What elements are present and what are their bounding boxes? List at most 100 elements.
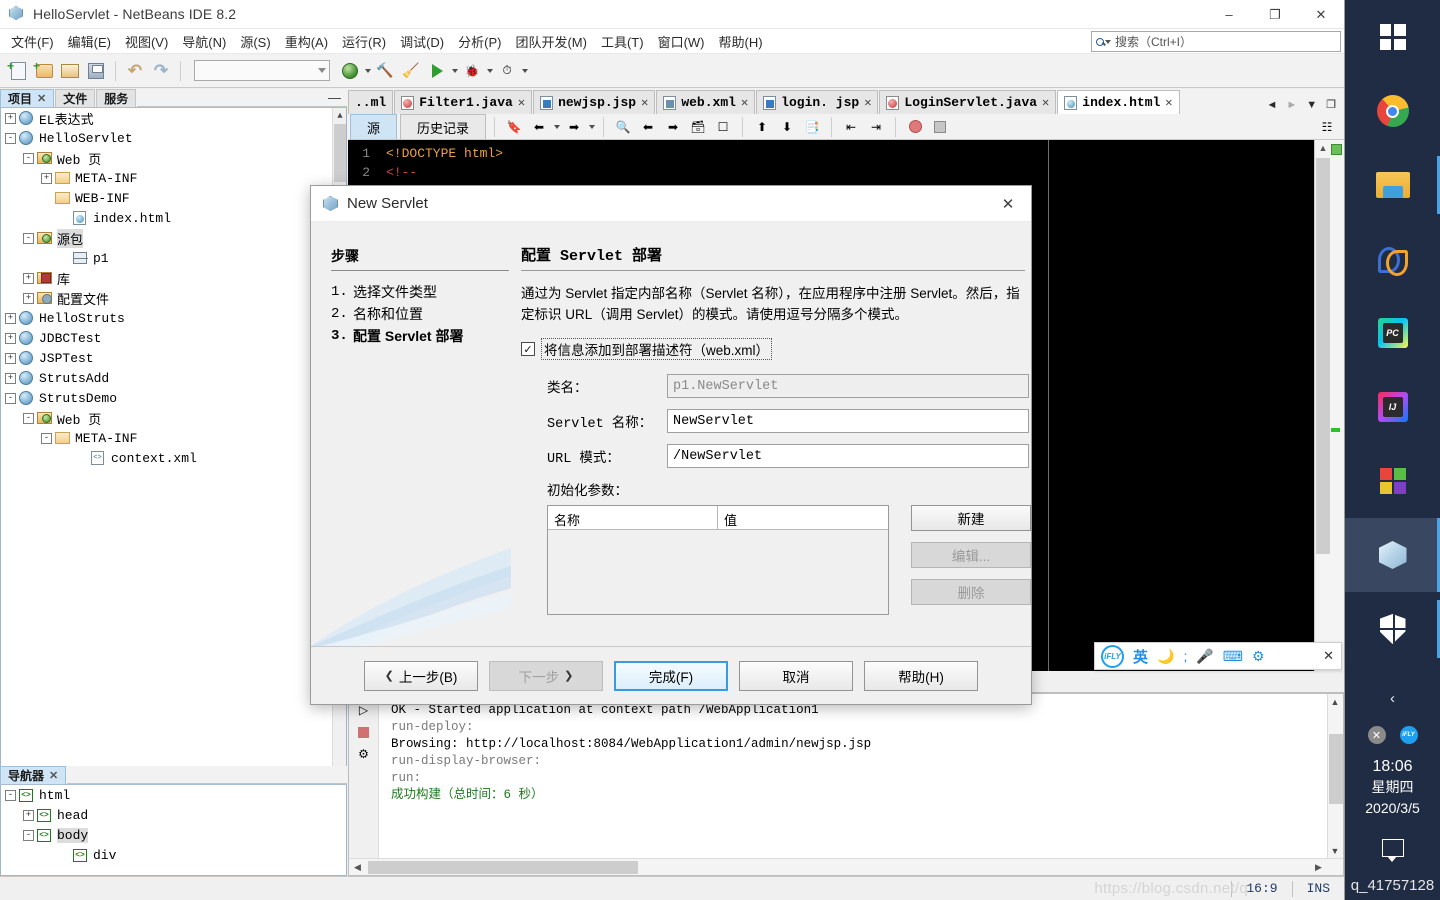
menu-source[interactable]: 源(S) (233, 29, 277, 54)
tree-node[interactable]: p1 (1, 248, 346, 268)
collapse-icon[interactable]: - (23, 152, 34, 164)
notification-center-button[interactable] (1345, 819, 1440, 877)
editor-tab[interactable]: login. jsp ✕ (756, 90, 879, 114)
shift-left-icon[interactable]: ⇤ (840, 117, 862, 137)
taskbar-defender[interactable] (1345, 592, 1440, 666)
scroll-right-icon[interactable]: ▶ (1310, 859, 1327, 875)
browser-icon[interactable] (338, 59, 362, 83)
close-icon[interactable]: ✕ (1165, 95, 1172, 110)
menu-edit[interactable]: 编辑(E) (61, 29, 118, 54)
clean-build-icon[interactable]: 🧹 (399, 59, 423, 83)
microphone-icon[interactable]: 🎤 (1196, 648, 1213, 665)
run-icon[interactable] (425, 59, 449, 83)
stop-icon[interactable] (929, 117, 951, 137)
table-body[interactable] (548, 530, 888, 614)
menu-tools[interactable]: 工具(T) (594, 29, 651, 54)
navigator-node[interactable]: - <> html (1, 785, 346, 805)
stop-icon[interactable] (353, 722, 375, 742)
collapse-icon[interactable]: - (23, 829, 34, 841)
menu-navigate[interactable]: 导航(N) (175, 29, 233, 54)
previous-bookmark-icon[interactable]: ⬅ (528, 117, 550, 137)
tree-node[interactable]: - StrutsDemo (1, 388, 346, 408)
tree-node[interactable]: - Web 页 (1, 148, 346, 168)
tree-node[interactable]: + JSPTest (1, 348, 346, 368)
add-to-web-xml-checkbox[interactable]: ✓ (521, 342, 535, 356)
scroll-down-icon[interactable]: ▼ (1328, 843, 1342, 858)
expand-icon[interactable]: + (5, 372, 16, 384)
output-scrollbar-vertical[interactable]: ▲ ▼ (1327, 694, 1343, 875)
ifly-icon[interactable]: iFLY (1399, 726, 1418, 744)
previous-error-icon[interactable]: ⬆ (751, 117, 773, 137)
close-icon[interactable]: ✕ (1323, 648, 1334, 664)
taskbar-chrome[interactable] (1345, 74, 1440, 148)
toggle-highlight-icon[interactable]: 🗃 (687, 117, 709, 137)
tree-node[interactable]: + 配置文件 (1, 288, 346, 308)
tab-files[interactable]: 文件 (55, 89, 96, 107)
scrollbar-thumb[interactable] (1316, 158, 1330, 554)
chevron-down-icon[interactable] (365, 68, 371, 73)
shift-right-icon[interactable]: ⇥ (865, 117, 887, 137)
menu-run[interactable]: 运行(R) (335, 29, 393, 54)
taskbar-intellij[interactable]: IJ (1345, 370, 1440, 444)
redo-icon[interactable]: ↷ (149, 59, 173, 83)
tree-node[interactable]: WEB-INF (1, 188, 346, 208)
editor-tab[interactable]: newjsp.jsp ✕ (533, 90, 656, 114)
menu-team[interactable]: 团队开发(M) (508, 29, 594, 54)
save-all-icon[interactable] (84, 59, 108, 83)
taskbar-navicat[interactable] (1345, 222, 1440, 296)
tree-node[interactable]: - HelloServlet (1, 128, 346, 148)
new-param-button[interactable]: 新建 (911, 505, 1031, 531)
editor-tab[interactable]: ..ml (348, 90, 394, 114)
build-icon[interactable]: 🔨 (373, 59, 397, 83)
minimize-panel-icon[interactable]: — (328, 90, 341, 105)
menu-refactor[interactable]: 重构(A) (278, 29, 335, 54)
chevron-down-icon[interactable] (522, 68, 528, 73)
projects-tree[interactable]: ▲ + EL表达式 - HelloServlet - Web 页 + META-INF WEB-… (0, 108, 347, 876)
tab-projects[interactable]: 项目 ✕ (0, 89, 55, 107)
chevron-down-icon[interactable] (487, 68, 493, 73)
toggle-breakpoint-icon[interactable] (904, 117, 926, 137)
settings-gear-icon[interactable]: ⚙ (1252, 648, 1265, 665)
expand-icon[interactable]: + (5, 112, 16, 124)
tree-node[interactable]: + 库 (1, 268, 346, 288)
scroll-up-icon[interactable]: ▲ (1328, 694, 1342, 709)
scrollbar-thumb[interactable] (1329, 734, 1343, 804)
tab-source[interactable]: 源 (350, 114, 398, 139)
add-to-web-xml-checkbox-row[interactable]: ✓ 将信息添加到部署描述符（web.xml） (521, 338, 1031, 360)
toggle-rectangular-selection-icon[interactable]: ☐ (712, 117, 734, 137)
configuration-combo[interactable] (194, 60, 330, 81)
tree-node[interactable]: + EL表达式 (1, 108, 346, 128)
back-button[interactable]: ❮ 上一步(B) (364, 660, 478, 691)
init-params-table[interactable]: 名称 值 (547, 505, 889, 615)
maximize-button[interactable]: ❐ (1252, 0, 1298, 29)
tab-services[interactable]: 服务 (96, 89, 137, 107)
dialog-close-button[interactable]: ✕ (985, 186, 1031, 222)
tree-node[interactable]: + META-INF (1, 168, 346, 188)
expand-icon[interactable]: + (23, 292, 34, 304)
close-icon[interactable]: ✕ (864, 95, 871, 110)
close-icon[interactable]: ✕ (49, 769, 58, 782)
collapse-icon[interactable]: - (41, 432, 52, 444)
menu-profile[interactable]: 分析(P) (451, 29, 508, 54)
scrollbar-thumb[interactable] (368, 860, 638, 874)
menu-window[interactable]: 窗口(W) (651, 29, 712, 54)
new-file-icon[interactable]: + (6, 59, 30, 83)
expand-icon[interactable]: + (41, 172, 52, 184)
menu-view[interactable]: 视图(V) (118, 29, 175, 54)
taskbar-clock[interactable]: 18:06 星期四 2020/3/5 (1345, 752, 1440, 819)
start-button[interactable] (1345, 0, 1440, 74)
new-project-icon[interactable]: + (32, 59, 56, 83)
ifly-logo-icon[interactable]: iFLY (1101, 644, 1124, 668)
scroll-up-icon[interactable]: ▲ (333, 108, 346, 123)
tree-node[interactable]: - Web 页 (1, 408, 346, 428)
cancel-button[interactable]: 取消 (739, 660, 853, 691)
tab-history[interactable]: 历史记录 (400, 114, 487, 139)
scroll-up-icon[interactable]: ▲ (1315, 140, 1331, 155)
menu-file[interactable]: 文件(F) (4, 29, 61, 54)
ime-language-mode[interactable]: 英 (1133, 646, 1148, 667)
search-input[interactable]: 搜索（Ctrl+I） (1091, 31, 1341, 52)
show-hidden-icons-button[interactable]: ‹ (1345, 678, 1440, 718)
punctuation-icon[interactable]: ; (1183, 648, 1187, 664)
close-circle-icon[interactable]: ✕ (1367, 726, 1386, 744)
close-icon[interactable]: ✕ (37, 92, 46, 105)
